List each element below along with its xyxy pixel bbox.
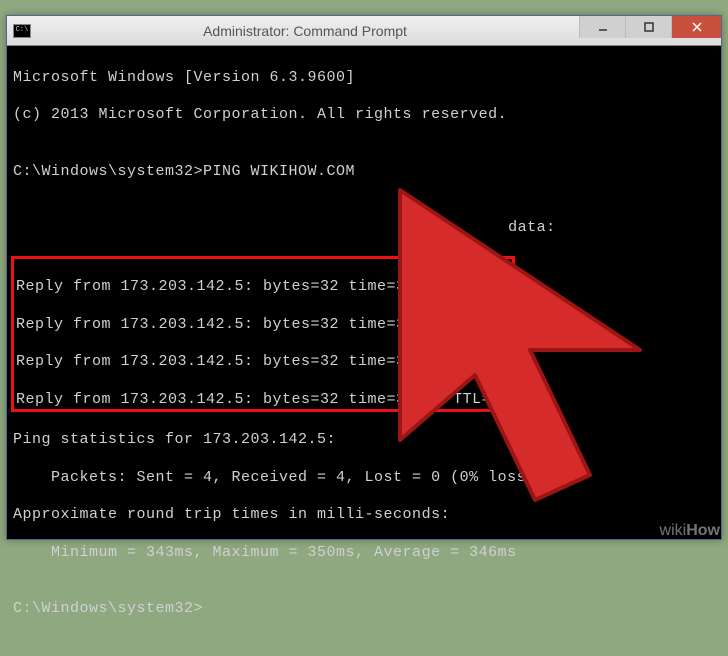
cmd-icon: C:\ (16, 27, 29, 34)
system-menu-icon[interactable]: C:\ (13, 24, 31, 38)
titlebar[interactable]: C:\ Administrator: Command Prompt (7, 16, 721, 46)
terminal-output[interactable]: Microsoft Windows [Version 6.3.9600] (c)… (7, 46, 721, 539)
copyright-line: (c) 2013 Microsoft Corporation. All righ… (13, 106, 715, 125)
window-controls (579, 16, 721, 45)
window-title: Administrator: Command Prompt (31, 23, 579, 39)
command-prompt-window: C:\ Administrator: Command Prompt Micros… (6, 15, 722, 540)
pinging-header-line: data: (13, 219, 715, 238)
ping-command-line: C:\Windows\system32>PING WIKIHOW.COM (13, 163, 715, 182)
reply-line: Reply from 173.203.142.5: bytes=32 time=… (16, 353, 510, 372)
maximize-button[interactable] (625, 16, 671, 38)
minimize-button[interactable] (579, 16, 625, 38)
idle-prompt-line: C:\Windows\system32> (13, 600, 715, 619)
reply-highlight-box: Reply from 173.203.142.5: bytes=32 time=… (11, 256, 515, 412)
stats-header-line: Ping statistics for 173.203.142.5: (13, 431, 715, 450)
stats-packets-line: Packets: Sent = 4, Received = 4, Lost = … (13, 469, 715, 488)
close-button[interactable] (671, 16, 721, 38)
reply-line: Reply from 173.203.142.5: bytes=32 time=… (16, 391, 510, 410)
reply-line: Reply from 173.203.142.5: bytes=32 time=… (16, 316, 510, 335)
reply-line: Reply from 173.203.142.5: bytes=32 time=… (16, 278, 510, 297)
stats-rtt-line: Approximate round trip times in milli-se… (13, 506, 715, 525)
stats-minmax-line: Minimum = 343ms, Maximum = 350ms, Averag… (13, 544, 715, 563)
os-version-line: Microsoft Windows [Version 6.3.9600] (13, 69, 715, 88)
watermark: wikiHow (660, 522, 720, 540)
